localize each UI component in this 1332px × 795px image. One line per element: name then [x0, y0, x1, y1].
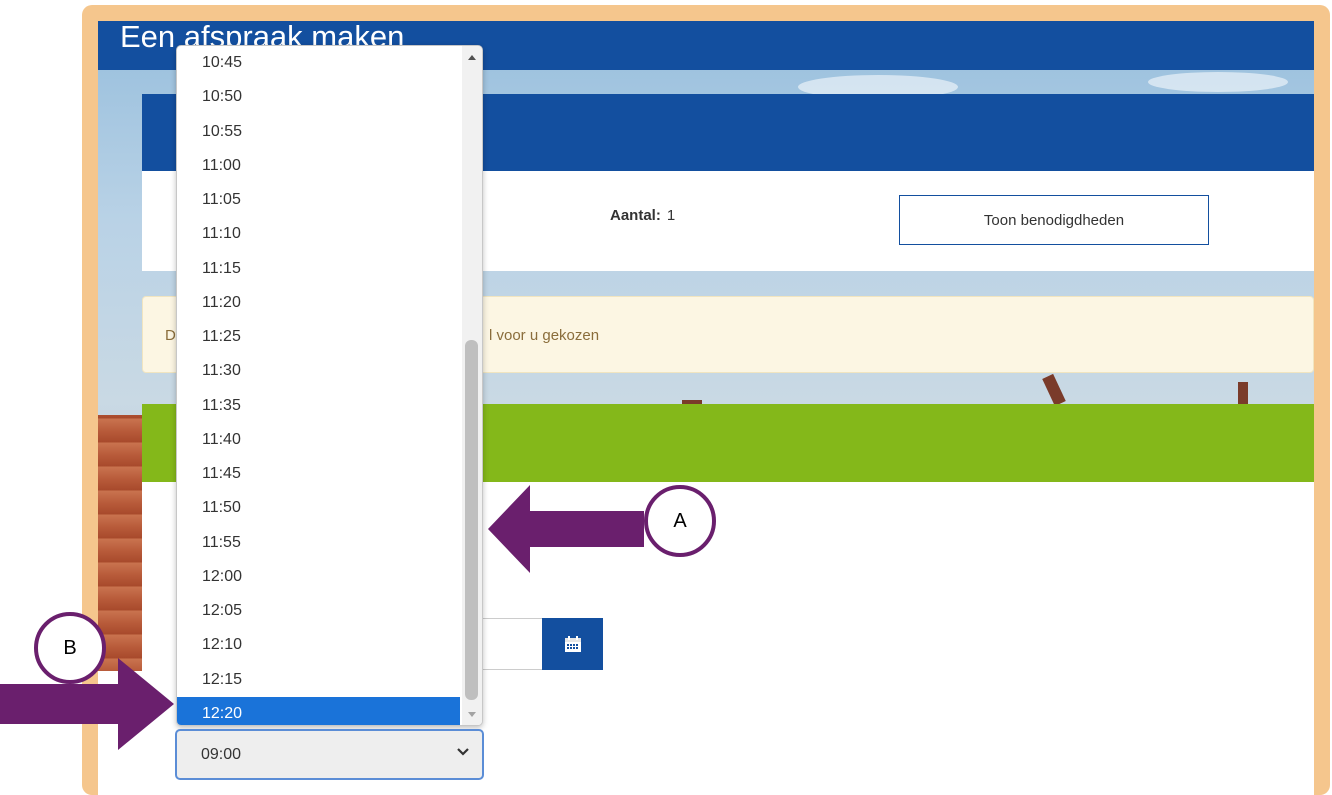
calendar-icon [564, 636, 581, 652]
time-option[interactable]: 11:00 [177, 149, 460, 183]
scroll-up-icon[interactable] [466, 52, 478, 62]
scrollbar-thumb[interactable] [465, 340, 478, 700]
time-option[interactable]: 11:25 [177, 320, 460, 354]
notice-text: l voor u gekozen [489, 327, 600, 344]
time-dropdown-list[interactable]: 10:45 10:50 10:55 11:00 11:05 11:10 11:15 11:20… [176, 45, 483, 726]
show-items-button[interactable]: Toon benodigdheden [899, 195, 1209, 245]
time-option[interactable]: 11:20 [177, 286, 460, 320]
annotation-circle-a: A [644, 485, 716, 557]
time-option[interactable]: 11:10 [177, 217, 460, 251]
time-option[interactable]: 12:20 [177, 696, 460, 725]
time-option[interactable]: 11:55 [177, 526, 460, 560]
time-option[interactable]: 10:50 [177, 80, 460, 114]
time-option[interactable]: 12:15 [177, 663, 460, 697]
annotation-arrow-a [488, 485, 644, 573]
dropdown-scrollbar[interactable] [462, 46, 482, 725]
time-option[interactable]: 11:50 [177, 491, 460, 525]
chevron-down-icon [457, 748, 469, 756]
time-option[interactable]: 11:45 [177, 457, 460, 491]
time-option[interactable]: 11:05 [177, 183, 460, 217]
time-option[interactable]: 10:55 [177, 115, 460, 149]
calendar-button[interactable] [542, 618, 603, 670]
time-select[interactable]: 09:00 [175, 729, 484, 780]
time-option[interactable]: 10:45 [177, 46, 460, 80]
count-value: 1 [666, 207, 676, 224]
notice-lead-text: D [165, 327, 176, 344]
count-label: Aantal: 1 [610, 207, 675, 224]
time-options: 10:45 10:50 10:55 11:00 11:05 11:10 11:15 11:20… [177, 46, 482, 725]
time-select-value: 09:00 [201, 746, 242, 763]
time-option[interactable]: 11:40 [177, 423, 460, 457]
annotation-arrow-b [0, 658, 174, 750]
count-label-text: Aantal: [610, 207, 661, 224]
time-option[interactable]: 12:05 [177, 594, 460, 628]
time-option[interactable]: 11:30 [177, 354, 460, 388]
time-option[interactable]: 12:00 [177, 560, 460, 594]
scroll-down-icon[interactable] [466, 709, 478, 719]
time-option[interactable]: 12:10 [177, 628, 460, 662]
time-option[interactable]: 11:35 [177, 389, 460, 423]
time-option[interactable]: 11:15 [177, 252, 460, 286]
